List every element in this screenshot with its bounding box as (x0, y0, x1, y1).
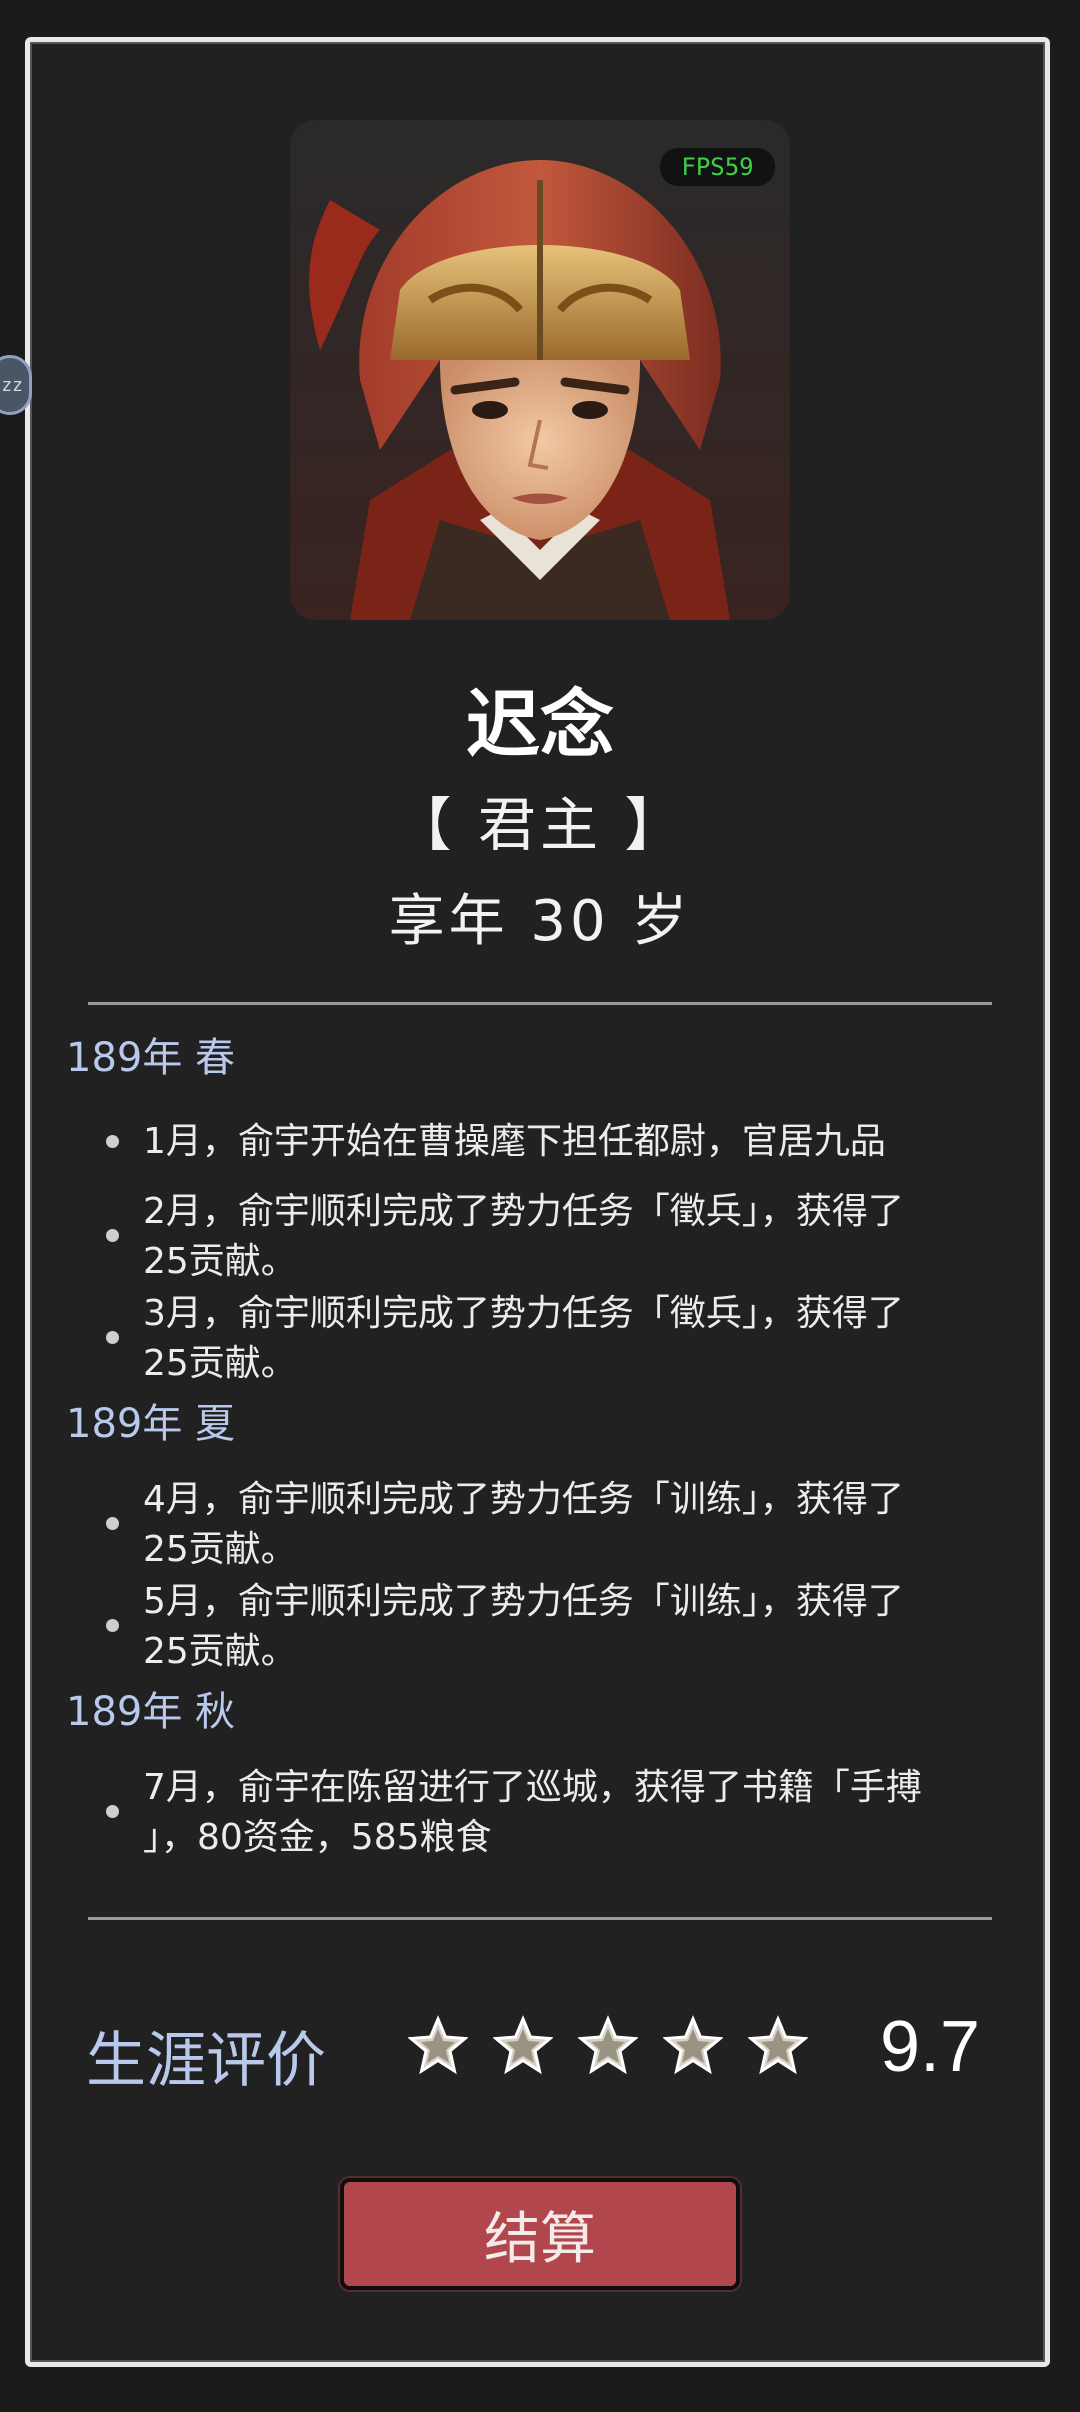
list-item: 2月，俞宇顺利完成了势力任务「徵兵」，获得了 25贡献。 (66, 1187, 1016, 1287)
divider-top (88, 1002, 992, 1005)
list-item: 4月，俞宇顺利完成了势力任务「训练」，获得了 25贡献。 (66, 1475, 1016, 1575)
star-icon (408, 2015, 468, 2075)
career-log-list[interactable]: 189年 春 1月，俞宇开始在曹操麾下担任都尉，官居九品 2月，俞宇顺利完成了势… (66, 1025, 1016, 1885)
side-float-tab[interactable]: zz (0, 355, 32, 415)
fps-counter: FPS59 (660, 148, 775, 186)
career-score: 9.7 (880, 2007, 981, 2087)
bullet-icon (106, 1331, 119, 1344)
career-rating-label: 生涯评价 (86, 2026, 326, 2096)
character-title: 【 君主 】 (393, 791, 687, 859)
list-item: 5月，俞宇顺利完成了势力任务「训练」，获得了 25贡献。 (66, 1577, 1016, 1677)
star-icon (493, 2015, 553, 2075)
list-item: 1月，俞宇开始在曹操麾下担任都尉，官居九品 (66, 1117, 1016, 1167)
settle-button-label: 结算 (484, 2206, 596, 2272)
rating-stars (408, 2015, 808, 2077)
side-tab-label: zz (1, 374, 23, 396)
list-item: 3月，俞宇顺利完成了势力任务「徵兵」，获得了 25贡献。 (66, 1289, 1016, 1389)
bullet-icon (106, 1229, 119, 1242)
bullet-icon (106, 1619, 119, 1632)
season-header: 189年 春 (66, 1035, 236, 1081)
season-header: 189年 秋 (66, 1689, 236, 1735)
divider-bottom (88, 1917, 992, 1920)
bullet-icon (106, 1517, 119, 1530)
star-icon (663, 2015, 723, 2075)
list-item: 7月，俞宇在陈留进行了巡城，获得了书籍「手搏 」，80资金，585粮食 (66, 1763, 1016, 1863)
character-name: 迟念 (466, 682, 614, 768)
season-header: 189年 夏 (66, 1401, 236, 1447)
star-icon (748, 2015, 808, 2075)
character-portrait (290, 120, 790, 620)
settle-button[interactable]: 结算 (340, 2178, 740, 2290)
bullet-icon (106, 1135, 119, 1148)
character-age: 享年 30 岁 (388, 889, 692, 954)
bullet-icon (106, 1805, 119, 1818)
star-icon (578, 2015, 638, 2075)
